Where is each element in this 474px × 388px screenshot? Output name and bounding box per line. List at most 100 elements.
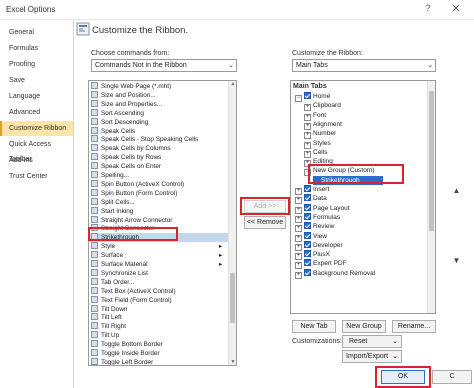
command-item[interactable]: Speak Cells by Rows bbox=[91, 153, 161, 162]
tree-item[interactable]: + Review bbox=[295, 222, 334, 233]
tab-checkbox[interactable] bbox=[304, 185, 311, 192]
tree-item[interactable]: + Alignment bbox=[304, 120, 342, 130]
command-label: Size and Position... bbox=[101, 91, 156, 99]
move-up-icon[interactable]: ▲ bbox=[451, 186, 462, 197]
tree-item[interactable]: + Insert bbox=[295, 185, 329, 195]
command-label: Speak Cells by Columns bbox=[101, 145, 171, 153]
cancel-button[interactable]: C bbox=[432, 370, 472, 384]
tree-item[interactable]: + Clipboard bbox=[304, 101, 341, 112]
command-item[interactable]: Spelling... bbox=[91, 171, 129, 180]
tab-checkbox[interactable] bbox=[304, 259, 311, 267]
tab-checkbox[interactable] bbox=[304, 92, 311, 99]
tab-checkbox[interactable] bbox=[304, 222, 311, 230]
new-group-button[interactable]: New Group bbox=[342, 320, 386, 333]
tilt-icon bbox=[91, 313, 98, 321]
commands-scrollbar[interactable]: ▲ ▼ bbox=[228, 81, 236, 365]
tree-item[interactable]: + Page Layout bbox=[295, 203, 350, 214]
tree-item[interactable]: + Font bbox=[304, 111, 326, 121]
nav-item-proofing[interactable]: Proofing bbox=[0, 57, 73, 72]
tab-checkbox[interactable] bbox=[304, 231, 311, 239]
command-item[interactable]: Split Cells... bbox=[91, 197, 135, 207]
command-item[interactable]: Tilt Down bbox=[91, 304, 127, 314]
tree-item[interactable]: + Background Removal bbox=[295, 268, 375, 279]
nav-item-advanced[interactable]: Advanced bbox=[0, 105, 73, 120]
scroll-up-icon[interactable]: ▲ bbox=[229, 81, 236, 87]
command-item[interactable]: Spin Button (Form Control) bbox=[91, 188, 177, 198]
ribbon-tree[interactable]: Main Tabs − Home + Clipboard + Font + Alignment… bbox=[290, 80, 436, 314]
nav-item-add-ins[interactable]: Add-ins bbox=[0, 153, 73, 168]
command-item[interactable]: Straight Arrow Connector bbox=[91, 215, 172, 225]
tree-scrollbar[interactable] bbox=[427, 81, 435, 313]
nav-item-save[interactable]: Save bbox=[0, 73, 73, 88]
tab-checkbox[interactable] bbox=[304, 268, 311, 276]
command-item[interactable]: Single Web Page (*.mht) bbox=[91, 82, 171, 91]
command-item[interactable]: Text Box (ActiveX Control) bbox=[91, 286, 176, 296]
command-item[interactable]: Size and Properties... bbox=[91, 99, 162, 109]
command-item[interactable]: Synchronize List bbox=[91, 268, 148, 278]
collapse-icon[interactable]: − bbox=[295, 95, 302, 102]
command-item[interactable]: Speak Cells - Stop Speaking Cells bbox=[91, 135, 198, 144]
tree-item[interactable]: + Cells bbox=[304, 148, 327, 158]
nav-item-language[interactable]: Language bbox=[0, 89, 73, 104]
tree-item[interactable]: + PlusX bbox=[295, 250, 330, 261]
tree-item[interactable]: + Styles bbox=[304, 139, 331, 149]
tree-scroll-thumb[interactable] bbox=[429, 91, 434, 231]
size-icon bbox=[91, 99, 98, 107]
scroll-down-icon[interactable]: ▼ bbox=[229, 359, 236, 365]
tree-item[interactable]: + Developer bbox=[295, 240, 343, 251]
new-tab-button[interactable]: New Tab bbox=[292, 320, 336, 333]
move-down-icon[interactable]: ▼ bbox=[451, 256, 462, 267]
nav-item-general[interactable]: General bbox=[0, 25, 73, 40]
tree-item[interactable]: + Number bbox=[304, 129, 336, 140]
command-item[interactable]: Tilt Left bbox=[91, 313, 122, 322]
tree-item[interactable]: − Home bbox=[295, 92, 330, 102]
command-item[interactable]: Speak Cells bbox=[91, 126, 135, 136]
choose-commands-select[interactable]: Commands Not in the Ribbon ⌄ bbox=[91, 59, 237, 72]
command-item[interactable]: Text Field (Form Control) bbox=[91, 295, 172, 305]
sync-icon bbox=[91, 268, 98, 276]
customize-ribbon-select[interactable]: Main Tabs ⌄ bbox=[292, 59, 436, 72]
tree-item[interactable]: + Expert PDF bbox=[295, 259, 347, 270]
tab-checkbox[interactable] bbox=[304, 250, 311, 258]
tab-checkbox[interactable] bbox=[304, 212, 311, 220]
command-item[interactable]: Start Inking bbox=[91, 206, 133, 216]
command-item[interactable]: Toggle Left Border bbox=[91, 357, 153, 365]
options-nav: General Formulas Proofing Save Language Advan… bbox=[0, 20, 74, 388]
command-item[interactable]: Speak Cells by Columns bbox=[91, 144, 171, 153]
tree-item[interactable]: + Data bbox=[295, 194, 327, 205]
remove-button[interactable]: << Remove bbox=[244, 216, 286, 229]
command-item[interactable]: Size and Position... bbox=[91, 90, 156, 100]
nav-item-trust-center[interactable]: Trust Center bbox=[0, 169, 73, 184]
command-item[interactable]: Toggle Bottom Border bbox=[91, 340, 163, 349]
close-icon[interactable]: ✕ bbox=[448, 2, 464, 15]
command-item[interactable]: Tilt Right bbox=[91, 322, 126, 331]
command-item[interactable]: Sort Ascending bbox=[91, 108, 144, 118]
rename-button[interactable]: Rename... bbox=[392, 320, 436, 333]
help-icon[interactable]: ? bbox=[420, 3, 436, 13]
tree-item[interactable]: + Formulas bbox=[295, 212, 340, 223]
nav-item-formulas[interactable]: Formulas bbox=[0, 41, 73, 56]
command-item[interactable]: Style ▸ bbox=[91, 242, 222, 251]
commands-list[interactable]: ▲ ▼ Single Web Page (*.mht) Size and Posi… bbox=[88, 80, 237, 366]
command-item[interactable]: Sort Descending bbox=[91, 117, 148, 127]
command-item[interactable]: Speak Cells on Enter bbox=[91, 162, 161, 171]
scroll-thumb[interactable] bbox=[230, 273, 235, 323]
tree-item-label: PlusX bbox=[313, 251, 330, 259]
expand-icon[interactable]: + bbox=[295, 271, 302, 279]
import-export-button[interactable]: Import/Export ⌄ bbox=[342, 350, 402, 363]
tab-checkbox[interactable] bbox=[304, 194, 311, 202]
command-item[interactable]: Tilt Up bbox=[91, 331, 119, 340]
command-item[interactable]: Toggle Inside Border bbox=[91, 349, 160, 358]
tab-checkbox[interactable] bbox=[304, 240, 311, 248]
surface-icon bbox=[91, 260, 98, 267]
command-item[interactable]: Surface Material ▸ bbox=[91, 260, 222, 269]
tab-checkbox[interactable] bbox=[304, 203, 311, 211]
nav-item-customize-ribbon[interactable]: Customize Ribbon bbox=[0, 121, 73, 136]
reset-button[interactable]: Reset ⌄ bbox=[342, 335, 402, 348]
command-item[interactable]: Tab Order... bbox=[91, 277, 134, 287]
command-item[interactable]: Surface ▸ bbox=[91, 251, 222, 260]
nav-item-quick-access-toolbar[interactable]: Quick Access Toolbar bbox=[0, 137, 73, 163]
command-item[interactable]: Spin Button (ActiveX Control) bbox=[91, 179, 184, 189]
tree-item[interactable]: + View bbox=[295, 231, 327, 242]
size-icon bbox=[91, 90, 98, 98]
